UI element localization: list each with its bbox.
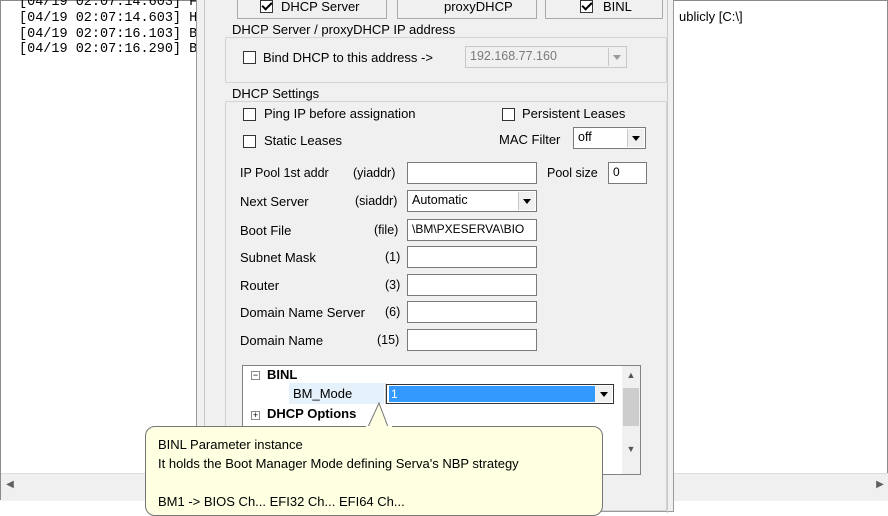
next-server-select[interactable]: Automatic — [407, 190, 537, 212]
boot-file-input[interactable]: \BM\PXESERVA\BIO — [407, 219, 537, 241]
log-line: [04/19 02:07:16.290] BI — [19, 42, 206, 58]
persistent-leases-label: Persistent Leases — [522, 106, 626, 121]
chevron-down-icon[interactable] — [608, 48, 625, 66]
ip-pool-label: IP Pool 1st addr — [240, 166, 329, 180]
log-lines: [04/19 02:07:14.603] F [04/19 02:07:14.6… — [19, 0, 205, 58]
dhcp-settings-group-title: DHCP Settings — [229, 86, 323, 101]
next-server-value: Automatic — [412, 193, 468, 207]
tooltip-description: It holds the Boot Manager Mode defining … — [158, 456, 519, 471]
binl-checkbox[interactable] — [580, 0, 593, 13]
static-leases-checkbox[interactable] — [243, 135, 256, 148]
tab-proxy-dhcp-label: proxyDHCP — [444, 0, 513, 14]
scrollbar-thumb[interactable] — [623, 388, 639, 426]
domain-name-code: (15) — [377, 333, 400, 347]
domain-name-label: Domain Name — [240, 333, 324, 348]
next-server-code: (siaddr) — [355, 194, 398, 208]
router-label: Router — [240, 278, 280, 293]
mac-filter-value: off — [578, 130, 592, 144]
tab-dhcp-server[interactable]: DHCP Server — [237, 0, 387, 19]
persistent-leases-checkbox[interactable] — [502, 108, 515, 121]
mac-filter-select[interactable]: off — [573, 127, 646, 149]
log-line: [04/19 02:07:16.103] BI — [19, 26, 206, 42]
bind-address-select[interactable]: 192.168.77.160 — [465, 46, 627, 68]
tab-binl[interactable]: BINL — [545, 0, 663, 19]
bm-mode-label: BM_Mode — [293, 386, 353, 401]
ip-address-group-title: DHCP Server / proxyDHCP IP address — [229, 22, 459, 37]
scroll-up-icon[interactable]: ▲ — [622, 366, 640, 384]
static-leases-label: Static Leases — [264, 133, 343, 148]
tooltip-title: BINL Parameter instance — [158, 437, 303, 452]
log-right-text: ublicly [C:\] — [679, 9, 743, 24]
tooltip-detail: BM1 -> BIOS Ch... EFI32 Ch... EFI64 Ch..… — [158, 494, 405, 509]
router-input[interactable] — [407, 274, 537, 296]
next-server-label: Next Server — [240, 194, 309, 209]
bind-dhcp-checkbox[interactable] — [243, 51, 256, 64]
chevron-down-icon[interactable] — [627, 129, 644, 147]
tab-proxy-dhcp[interactable]: proxyDHCP — [397, 0, 537, 19]
bind-dhcp-label: Bind DHCP to this address -> — [263, 50, 433, 65]
tab-binl-label: BINL — [603, 0, 632, 14]
pool-size-input[interactable]: 0 — [608, 162, 647, 184]
pool-size-label: Pool size — [547, 166, 598, 180]
boot-file-label: Boot File — [240, 223, 292, 238]
ping-ip-checkbox[interactable] — [243, 108, 256, 121]
dns-label: Domain Name Server — [240, 305, 365, 320]
ip-pool-input[interactable] — [407, 162, 537, 184]
scroll-down-icon[interactable]: ▼ — [622, 440, 640, 458]
bind-address-value: 192.168.77.160 — [470, 49, 557, 63]
mac-filter-label: MAC Filter — [499, 132, 561, 147]
dns-input[interactable] — [407, 301, 537, 323]
dhcp-server-checkbox[interactable] — [260, 0, 273, 13]
expand-icon[interactable]: + — [251, 411, 260, 420]
boot-file-code: (file) — [374, 223, 399, 237]
bm-mode-select[interactable]: 1 — [386, 384, 614, 404]
log-line: [04/19 02:07:14.603] HT — [19, 10, 206, 26]
router-code: (3) — [385, 278, 401, 292]
property-grid-scrollbar[interactable]: ▲ ▼ — [622, 366, 640, 474]
scroll-right-icon[interactable]: ▶ — [871, 474, 888, 494]
binl-group-label: BINL — [267, 367, 298, 382]
collapse-icon[interactable]: − — [251, 371, 260, 380]
dns-code: (6) — [385, 305, 401, 319]
chevron-down-icon[interactable] — [518, 192, 535, 210]
tab-dhcp-server-label: DHCP Server — [281, 0, 360, 14]
domain-name-input[interactable] — [407, 329, 537, 351]
log-line: [04/19 02:07:14.603] F — [19, 0, 198, 10]
subnet-mask-code: (1) — [385, 250, 401, 264]
chevron-down-icon[interactable] — [595, 386, 612, 402]
bm-mode-value: 1 — [389, 386, 595, 402]
scroll-left-icon[interactable]: ◀ — [1, 474, 19, 494]
dhcp-options-group-label: DHCP Options — [267, 406, 357, 421]
ping-ip-label: Ping IP before assignation — [264, 106, 416, 121]
ip-pool-code: (yiaddr) — [353, 166, 396, 180]
bm-mode-tooltip: BINL Parameter instance It holds the Boo… — [145, 426, 603, 516]
subnet-mask-label: Subnet Mask — [240, 250, 316, 265]
subnet-mask-input[interactable] — [407, 246, 537, 268]
